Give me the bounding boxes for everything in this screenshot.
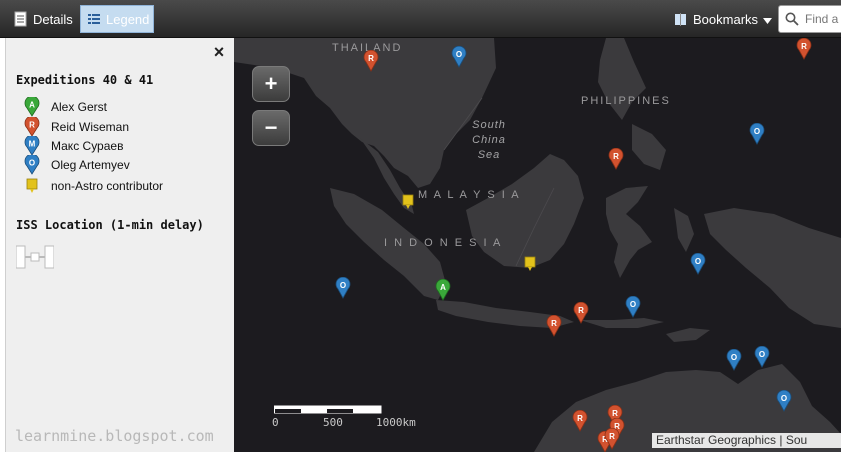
svg-text:O: O bbox=[754, 127, 760, 136]
iss-location-title: ISS Location (1-min delay) bbox=[16, 218, 204, 232]
sea-label-line: South bbox=[472, 119, 506, 131]
blue-map-pin-icon[interactable]: O bbox=[776, 389, 792, 412]
document-icon bbox=[14, 11, 28, 27]
details-button[interactable]: Details bbox=[8, 5, 78, 33]
yellow-pin-icon bbox=[22, 178, 42, 194]
close-icon[interactable]: × bbox=[211, 43, 227, 61]
blue-map-pin-icon[interactable]: O bbox=[690, 252, 706, 275]
legend-label: Legend bbox=[106, 11, 150, 27]
map-view[interactable]: + − THAILAND PHILIPPINES M A L A Y S I A… bbox=[234, 38, 841, 452]
svg-text:R: R bbox=[801, 42, 807, 51]
sea-label-south-china-sea: South China Sea bbox=[464, 118, 514, 163]
svg-text:O: O bbox=[630, 300, 636, 309]
legend-title: Expeditions 40 & 41 bbox=[16, 73, 154, 87]
red-map-pin-icon[interactable]: R bbox=[604, 427, 620, 450]
blue-map-pin-icon[interactable]: O bbox=[754, 345, 770, 368]
bookmarks-label: Bookmarks bbox=[693, 11, 759, 27]
zoom-out-button[interactable]: − bbox=[252, 110, 290, 146]
scale-label-mid: 500 bbox=[323, 416, 343, 429]
yellow-map-pin-icon[interactable] bbox=[401, 194, 417, 216]
list-icon bbox=[87, 11, 101, 27]
scale-label-end: 1000km bbox=[376, 416, 416, 429]
svg-text:R: R bbox=[613, 152, 619, 161]
svg-text:O: O bbox=[695, 257, 701, 266]
zoom-in-button[interactable]: + bbox=[252, 66, 290, 102]
search-input[interactable]: Find a bbox=[778, 5, 841, 33]
svg-text:O: O bbox=[781, 394, 787, 403]
top-toolbar: Details Legend Bookmarks Find a bbox=[0, 0, 841, 38]
sea-label-line: China bbox=[472, 134, 506, 146]
place-label-philippines: PHILIPPINES bbox=[581, 95, 671, 107]
blue-pin-icon: M bbox=[22, 136, 42, 156]
bottom-strip bbox=[0, 452, 841, 460]
legend-item-reid-wiseman: R Reid Wiseman bbox=[22, 117, 129, 137]
red-map-pin-icon[interactable]: R bbox=[796, 38, 812, 60]
red-pin-icon: R bbox=[22, 117, 42, 137]
red-map-pin-icon[interactable]: R bbox=[363, 49, 379, 72]
legend-item-non-astro: non-Astro contributor bbox=[22, 176, 163, 196]
blue-map-pin-icon[interactable]: O bbox=[726, 348, 742, 371]
blue-map-pin-icon[interactable]: O bbox=[625, 295, 641, 318]
green-map-pin-icon[interactable]: A bbox=[435, 278, 451, 301]
legend-item-label: Alex Gerst bbox=[51, 100, 108, 114]
svg-text:A: A bbox=[440, 283, 446, 292]
svg-text:O: O bbox=[456, 50, 462, 59]
watermark: learnmine.blogspot.com bbox=[15, 427, 214, 445]
svg-text:R: R bbox=[577, 414, 583, 423]
svg-text:R: R bbox=[609, 432, 615, 441]
blue-map-pin-icon[interactable]: O bbox=[451, 45, 467, 68]
svg-text:R: R bbox=[578, 306, 584, 315]
blue-map-pin-icon[interactable]: O bbox=[749, 122, 765, 145]
chevron-down-icon bbox=[763, 12, 773, 27]
yellow-map-pin-icon[interactable] bbox=[523, 256, 539, 278]
details-label: Details bbox=[33, 11, 73, 27]
red-map-pin-icon[interactable]: R bbox=[572, 409, 588, 432]
map-attribution: Earthstar Geographics | Sou bbox=[652, 433, 841, 448]
search-icon bbox=[785, 12, 799, 26]
book-icon bbox=[674, 11, 688, 27]
svg-text:O: O bbox=[731, 353, 737, 362]
legend-item-alex-gerst: A Alex Gerst bbox=[22, 97, 107, 117]
legend-item-label: Макс Сураев bbox=[51, 139, 124, 153]
blue-pin-icon: O bbox=[22, 155, 42, 175]
bookmarks-button[interactable]: Bookmarks bbox=[668, 5, 773, 33]
green-pin-icon: A bbox=[22, 97, 42, 117]
svg-text:M: M bbox=[29, 140, 36, 149]
red-map-pin-icon[interactable]: R bbox=[546, 314, 562, 337]
place-label-indonesia: I N D O N E S I A bbox=[384, 237, 503, 249]
svg-text:R: R bbox=[612, 409, 618, 418]
legend-item-label: Reid Wiseman bbox=[51, 120, 130, 134]
svg-text:R: R bbox=[29, 121, 35, 130]
basemap bbox=[234, 38, 841, 452]
legend-item-label: Oleg Artemyev bbox=[51, 158, 130, 172]
legend-panel: × Expeditions 40 & 41 A Alex Gerst R Rei… bbox=[5, 38, 234, 452]
svg-text:R: R bbox=[551, 319, 557, 328]
search-placeholder: Find a bbox=[805, 12, 839, 26]
svg-text:O: O bbox=[29, 159, 35, 168]
sea-label-line: Sea bbox=[477, 149, 501, 161]
scale-label-zero: 0 bbox=[272, 416, 279, 429]
scale-bar bbox=[274, 405, 382, 414]
place-label-malaysia: M A L A Y S I A bbox=[418, 189, 521, 201]
blue-map-pin-icon[interactable]: O bbox=[335, 276, 351, 299]
svg-text:A: A bbox=[29, 101, 35, 110]
legend-item-oleg-artemyev: O Oleg Artemyev bbox=[22, 155, 130, 175]
red-map-pin-icon[interactable]: R bbox=[608, 147, 624, 170]
svg-text:O: O bbox=[340, 281, 346, 290]
svg-text:O: O bbox=[759, 350, 765, 359]
svg-text:R: R bbox=[368, 54, 374, 63]
iss-satellite-icon bbox=[15, 244, 55, 270]
red-map-pin-icon[interactable]: R bbox=[573, 301, 589, 324]
legend-item-maks-suraev: M Макс Сураев bbox=[22, 136, 123, 156]
legend-button[interactable]: Legend bbox=[80, 5, 154, 33]
legend-item-label: non-Astro contributor bbox=[51, 179, 164, 193]
